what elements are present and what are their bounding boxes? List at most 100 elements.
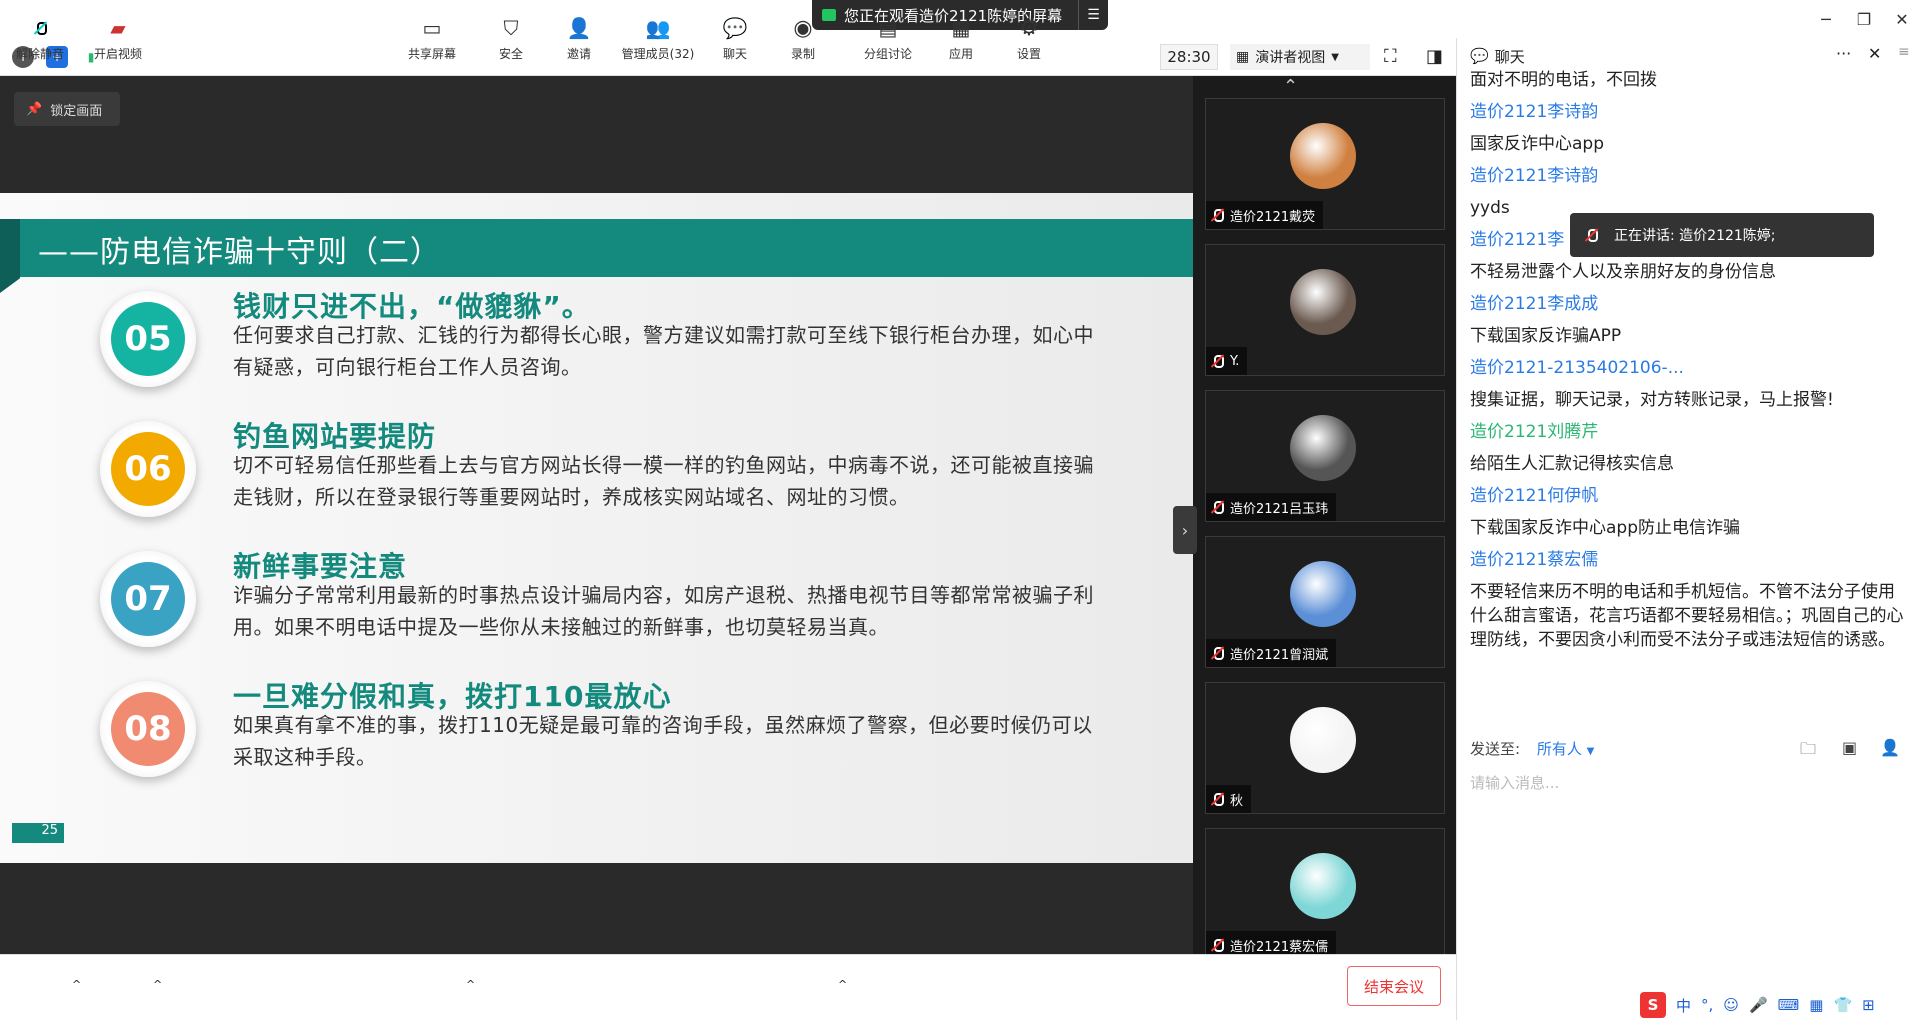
- view-select[interactable]: ▦ 演讲者视图 ▼: [1230, 44, 1370, 70]
- meeting-controls-bar: [0, 954, 1456, 1020]
- chat-message: 搜集证据，聊天记录，对方转账记录，马上报警!: [1470, 390, 1834, 410]
- mic-muted-icon: [1584, 228, 1598, 242]
- avatar: [1290, 269, 1356, 335]
- rule-number: 07: [111, 562, 185, 636]
- record-button[interactable]: ◉ 录制: [780, 4, 826, 64]
- close-window-icon[interactable]: ✕: [1888, 6, 1916, 32]
- file-icon[interactable]: 🗀: [1800, 738, 1816, 765]
- manage-members-label: 管理成员(32): [621, 47, 695, 61]
- chat-message: 国家反诈中心app: [1470, 134, 1604, 154]
- skin-icon[interactable]: 👕: [1833, 996, 1852, 1014]
- chat-button[interactable]: 💬 聊天: [712, 4, 758, 64]
- fullscreen-icon[interactable]: ⛶: [1384, 46, 1397, 67]
- chat-sender-name[interactable]: 造价2121李诗韵: [1470, 100, 1910, 124]
- start-video-button[interactable]: ▰ 开启视频: [88, 4, 148, 64]
- participant-name-bar: 秋: [1206, 785, 1252, 813]
- rule-body: 切不可轻易信任那些看上去与官方网站长得一模一样的钓鱼网站，中病毒不说，还可能被直…: [233, 453, 1094, 509]
- minimize-icon[interactable]: ─: [1812, 6, 1840, 32]
- participant-name-bar: 造价2121曾润斌: [1206, 639, 1337, 667]
- restore-icon[interactable]: ❐: [1850, 6, 1878, 32]
- ime-toolbar: S 中 °, ☺ 🎤 ⌨ ▦ 👕 ⊞: [1640, 990, 1920, 1020]
- mic-muted-icon: [1210, 938, 1224, 952]
- participant-tile[interactable]: 造价2121蔡宏儒: [1205, 828, 1445, 960]
- sidebar-toggle-icon[interactable]: ◨: [1426, 46, 1443, 67]
- keyboard-icon[interactable]: ⌨: [1778, 996, 1800, 1014]
- video-off-icon: ▰: [110, 16, 126, 40]
- chat-message: 不轻易泄露个人以及亲朋好友的身份信息: [1470, 262, 1776, 282]
- participant-tile[interactable]: 造价2121曾润斌: [1205, 536, 1445, 668]
- screenshot-icon[interactable]: ▣: [1842, 738, 1857, 757]
- chat-sender-name[interactable]: 造价2121何伊帆: [1470, 484, 1910, 508]
- mic-muted-icon: [1210, 646, 1224, 660]
- menu-icon[interactable]: ≡: [1898, 44, 1910, 60]
- chevron-down-icon: ▼: [1331, 51, 1339, 63]
- participant-name-bar: 造价2121戴荧: [1206, 201, 1324, 229]
- microphone-icon[interactable]: 🎤: [1749, 996, 1768, 1014]
- chevron-down-icon: ▼: [1586, 746, 1595, 757]
- user-icon[interactable]: 👤: [1880, 738, 1900, 757]
- speaking-indicator: 正在讲话: 造价2121陈婷;: [1570, 213, 1874, 257]
- chevron-up-icon[interactable]: ^: [153, 978, 162, 991]
- chat-icon: 💬: [1470, 47, 1489, 65]
- speaking-text: 正在讲话: 造价2121陈婷;: [1614, 228, 1776, 244]
- ime-language[interactable]: 中: [1676, 995, 1691, 1016]
- grid-icon: ▦: [1236, 49, 1250, 65]
- participant-name: 造价2121蔡宏儒: [1230, 939, 1329, 955]
- invite-button[interactable]: 👤 邀请: [556, 4, 602, 64]
- end-meeting-button[interactable]: 结束会议: [1347, 966, 1441, 1006]
- chevron-up-icon[interactable]: ^: [838, 978, 847, 991]
- chat-input[interactable]: 请输入消息...: [1470, 772, 1559, 793]
- send-to-select[interactable]: 所有人: [1537, 740, 1582, 758]
- share-menu-icon[interactable]: ☰: [1078, 0, 1108, 30]
- chevron-up-icon[interactable]: ^: [72, 978, 81, 991]
- participant-name: 造价2121吕玉玮: [1230, 501, 1329, 517]
- chat-icon: 💬: [722, 16, 748, 40]
- avatar: [1290, 707, 1356, 773]
- send-to-label: 发送至:: [1470, 740, 1521, 758]
- scroll-up-icon[interactable]: ⌃: [1283, 76, 1298, 97]
- chat-sender-name[interactable]: 造价2121-2135402106-...: [1470, 356, 1910, 380]
- more-icon[interactable]: ···: [1836, 44, 1851, 63]
- start-video-label: 开启视频: [93, 47, 142, 61]
- rule-number-badge: 08: [100, 681, 196, 777]
- mic-muted-icon: [1210, 792, 1224, 806]
- apps-label: 应用: [948, 47, 973, 61]
- rule-number-badge: 06: [100, 421, 196, 517]
- chat-title: 聊天: [1494, 47, 1525, 66]
- members-icon: 👥: [645, 16, 671, 40]
- settings-button[interactable]: ⚙ 设置: [1006, 4, 1052, 64]
- chat-message: 下载国家反诈中心app防止电信诈骗: [1470, 518, 1740, 538]
- participant-tile[interactable]: Y.: [1205, 244, 1445, 376]
- punctuation-icon[interactable]: °,: [1701, 996, 1713, 1014]
- chat-sender-name[interactable]: 造价2121刘腾芹: [1470, 420, 1910, 444]
- participant-tile[interactable]: 秋: [1205, 682, 1445, 814]
- chat-sender-name[interactable]: 造价2121李诗韵: [1470, 164, 1910, 188]
- unmute-button[interactable]: 解除静音: [10, 4, 70, 64]
- mic-muted-icon: [1210, 208, 1224, 222]
- close-icon[interactable]: ✕: [1868, 44, 1881, 63]
- participant-tile[interactable]: 造价2121吕玉玮: [1205, 390, 1445, 522]
- grid-icon[interactable]: ⊞: [1862, 996, 1875, 1014]
- shield-icon: ⛉: [503, 16, 519, 40]
- rule-number: 08: [111, 692, 185, 766]
- chat-sender-name[interactable]: 造价2121蔡宏儒: [1470, 548, 1910, 572]
- slide-band-fold: [0, 219, 20, 293]
- manage-members-button[interactable]: 👥 管理成员(32): [616, 4, 700, 64]
- chat-label: 聊天: [722, 47, 747, 61]
- presentation-slide: ——防电信诈骗十守则（二） 05 钱财只进不出，“做貔貅”。 任何要求自己打款、汇钱…: [0, 193, 1193, 863]
- breakout-button[interactable]: ▤ 分组讨论: [858, 4, 918, 64]
- collapse-panel-handle[interactable]: ›: [1173, 506, 1197, 554]
- toolbox-icon[interactable]: ▦: [1809, 996, 1823, 1014]
- apps-button[interactable]: ▦ 应用: [938, 4, 984, 64]
- mic-muted-icon: [1210, 354, 1224, 368]
- breakout-label: 分组讨论: [863, 47, 912, 61]
- ime-logo-icon[interactable]: S: [1640, 992, 1666, 1018]
- security-button[interactable]: ⛉ 安全: [488, 4, 534, 64]
- chevron-up-icon[interactable]: ^: [466, 978, 475, 991]
- participant-tile[interactable]: 造价2121戴荧: [1205, 98, 1445, 230]
- emoji-icon[interactable]: ☺: [1723, 996, 1739, 1014]
- chat-sender-name[interactable]: 造价2121李成成: [1470, 292, 1910, 316]
- lock-view-button[interactable]: 📌 锁定画面: [14, 92, 120, 126]
- send-to-row: 发送至: 所有人 ▼ 🗀 ▣ 👤: [1470, 738, 1900, 759]
- share-screen-button[interactable]: ▭ 共享屏幕: [402, 4, 462, 64]
